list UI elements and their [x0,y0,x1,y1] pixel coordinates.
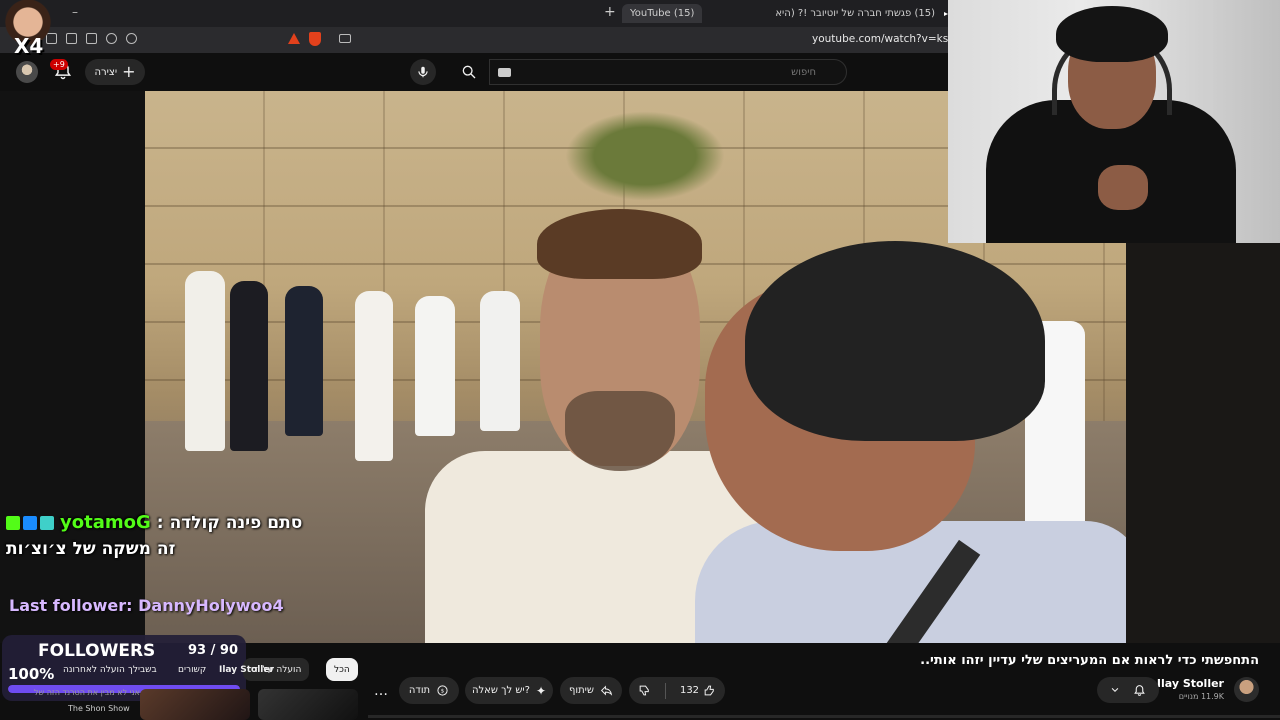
more-icon: … [374,682,388,699]
create-button[interactable]: יצירה + [85,59,145,85]
gift-badge-icon [40,515,54,530]
thanks-label: תודה [408,685,431,696]
cast-icon[interactable] [339,34,351,43]
search-input[interactable] [490,60,846,84]
puzzle-icon[interactable] [126,33,137,44]
share-button[interactable]: שיתוף [560,677,622,704]
browser-toolbar-icons [46,33,137,44]
microphone-icon [418,66,428,78]
recommended-title: אני לא מבין את הטרנד הזה של [33,688,140,697]
recommended-thumbnail[interactable] [140,689,250,720]
sidebar-icon[interactable] [86,33,97,44]
subscriber-badge-icon [23,515,37,530]
super-thanks-icon: $ [437,685,448,696]
tab-groups-icon[interactable] [66,33,77,44]
chip-uploader-name: Ilay Stoller [219,664,274,675]
video-frame-person [480,291,520,431]
more-actions-button[interactable]: … [368,677,394,704]
search-button[interactable] [449,59,489,85]
search-box[interactable] [489,59,847,85]
create-label: יצירה [94,66,118,78]
subscriber-count: 11.9K מנויים [1178,692,1224,701]
tab-youtube[interactable]: (15) YouTube [622,4,703,23]
subscribed-button[interactable] [1097,677,1159,703]
like-count: 132 [679,685,700,696]
video-frame-plant [565,111,725,201]
divider [664,682,666,699]
sparkle-icon: ✦ [535,683,547,698]
player-letterbox-right [1126,243,1280,643]
chat-badges [6,515,54,530]
recommended-thumbnail[interactable] [258,689,358,720]
svg-text:$: $ [441,689,444,695]
search-icon [462,65,476,79]
account-avatar[interactable] [16,61,38,83]
like-button[interactable]: 132 [672,677,724,704]
goal-count: 93 / 90 [188,643,238,658]
url-field[interactable]: youtube.com/watch?v=ksXF2vFC [812,33,948,45]
player-letterbox-left [0,91,145,643]
channel-name[interactable]: Ilay Stoller [1157,677,1224,690]
thanks-button[interactable]: תודה $ [399,677,459,704]
chat-text: זה משקה של צ׳וצ׳ות [6,539,176,559]
multiplier-label: X4 [14,34,44,58]
chat-separator: : [156,512,164,533]
music-icon[interactable] [106,33,117,44]
video-frame-person [230,281,268,451]
video-frame-subject-hair [537,209,702,279]
ask-button[interactable]: יש לך שאלה? ✦ [465,677,553,704]
chat-text: סתם פינה קולדה [169,512,303,533]
channel-avatar[interactable] [1234,677,1259,702]
tab-title: (15) פגשתי חברה של יוטיובר !? (היא [775,8,935,19]
video-frame-person [185,271,225,451]
share-label: שיתוף [568,685,594,696]
brave-shield-icon[interactable] [309,32,321,46]
plus-icon: + [122,62,136,81]
tab-title: (15) YouTube [630,8,695,19]
like-dislike-group: 132 [629,677,725,704]
notifications-button[interactable]: +9 [50,59,75,83]
recommended-channel: The Shon Show [68,704,130,713]
chat-username: yotamoG [60,512,151,533]
minimize-icon[interactable]: – [72,5,78,19]
recommended-video[interactable]: אני לא מבין את הטרנד הזה של The Shon Sho… [0,686,360,720]
dislike-button[interactable] [630,677,659,704]
tab-video[interactable]: (15) פגשתי חברה של יוטיובר !? (היא [768,4,948,23]
browser-tab-bar: – + (15) YouTube (15) פגשתי חברה של יוטי… [0,0,948,27]
voice-search-button[interactable] [410,59,436,85]
youtube-header: +9 יצירה + [0,53,948,91]
video-frame-person [415,296,455,436]
goal-percent: 100% [8,665,55,683]
chevron-down-icon [1111,687,1119,692]
chip-all[interactable]: הכל [326,658,358,681]
kick-badge-icon [6,515,20,530]
video-frame-subject-beard [565,391,675,471]
share-icon [600,685,613,696]
video-frame-person [355,291,393,461]
chip-recently-uploaded[interactable]: הועלה לאחרונה [55,658,133,681]
thumbs-up-icon [704,685,714,696]
last-follower: Last follower: DannyHolywoo4 [9,596,284,615]
chat-overlay: yotamoG : סתם פינה קולדה זה משקה של צ׳וצ… [6,512,336,559]
page-scroll-track [368,715,1280,718]
streamer-webcam [948,0,1280,243]
video-frame-person [285,286,323,436]
brave-rewards-icon[interactable] [288,33,300,44]
webcam-hair [1056,6,1168,62]
video-title: התחפשתי כדי לראות אם המעריצים שלי עדיין … [920,653,1259,668]
notification-badge: +9 [50,59,68,70]
thumbs-down-icon [639,685,649,696]
keyboard-icon[interactable] [498,68,511,77]
new-tab-button[interactable]: + [604,4,616,20]
address-bar: youtube.com/watch?v=ksXF2vFC [0,27,948,53]
webcam-hand [1098,165,1148,210]
chat-message: yotamoG : סתם פינה קולדה [6,512,336,533]
ask-label: יש לך שאלה? [471,685,530,696]
bell-icon [1134,684,1146,696]
chip-related[interactable]: קשורים [170,658,214,681]
video-frame-subject-beanie [745,241,1045,441]
